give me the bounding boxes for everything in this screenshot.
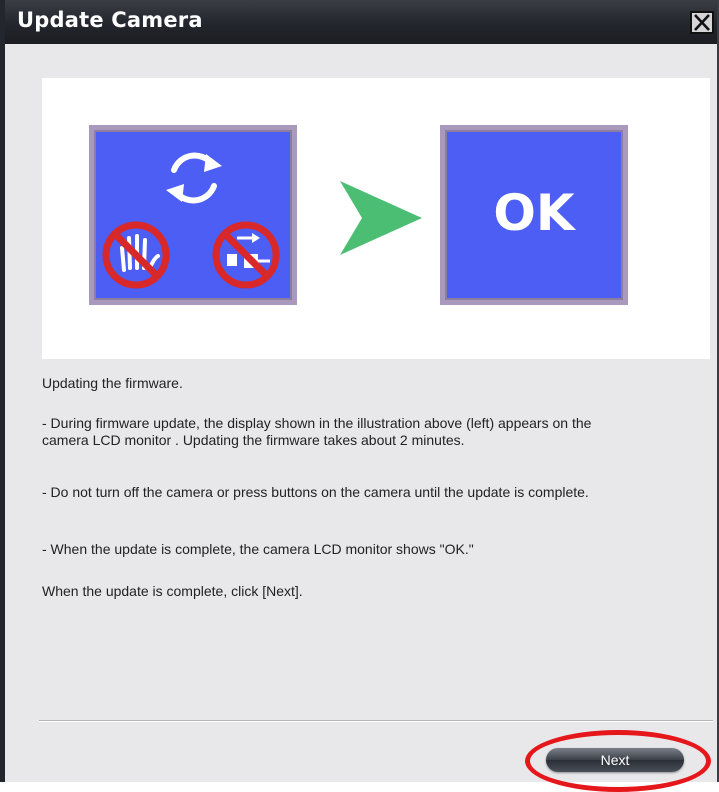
no-cable-icon: [212, 221, 280, 289]
next-button[interactable]: Next: [546, 748, 684, 772]
window-title: Update Camera: [17, 8, 203, 32]
update-camera-dialog: Update Camera OK Updating the firmware. …: [0, 0, 719, 792]
green-arrow-icon: [340, 181, 422, 255]
instruction-duration: - During firmware update, the display sh…: [42, 415, 592, 448]
ok-label: OK: [493, 184, 575, 242]
outro-text: When the update is complete, click [Next…: [42, 583, 303, 599]
close-icon: [694, 14, 710, 31]
title-bar[interactable]: Update Camera: [5, 0, 717, 44]
update-illustration: OK: [42, 78, 710, 359]
no-hand-icon: [102, 221, 170, 289]
button-divider: [39, 720, 713, 722]
close-button[interactable]: [690, 11, 714, 34]
instruction-do-not-turn-off: - Do not turn off the camera or press bu…: [42, 484, 589, 500]
camera-screen-ok: OK: [440, 125, 628, 305]
dialog-content: OK Updating the firmware. - During firmw…: [5, 44, 717, 792]
instruction-ok-shown: - When the update is complete, the camer…: [42, 541, 474, 557]
camera-screen-updating: [89, 125, 297, 305]
intro-text: Updating the firmware.: [42, 375, 183, 391]
